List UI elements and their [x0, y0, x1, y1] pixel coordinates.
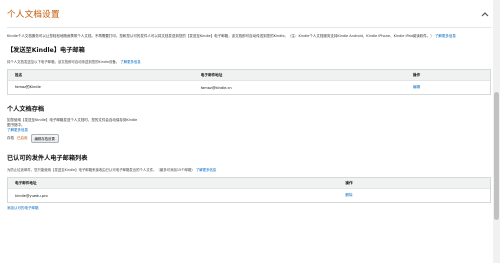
- send-to-kindle-desc: 将个人文档发送至以下电子邮箱，该文档即可自动传送到您的Kindle设备。 了解更…: [7, 59, 491, 64]
- col-email: 电子邮件地址: [200, 72, 223, 77]
- send-to-kindle-table: 姓名 电子邮件地址 操作 famaz的Kindle famaz@kindle.c…: [7, 69, 491, 95]
- col-name: 姓名: [15, 72, 23, 77]
- personal-docs-settings-section: 个人文档设置 Kindle个人文档服务可以让您轻松地随身携带个人文档。不再需要打…: [7, 6, 491, 211]
- section-title: 个人文档设置: [7, 10, 60, 20]
- device-email: famaz@kindle.cn: [200, 85, 232, 90]
- scrollbar-thumb[interactable]: [494, 92, 499, 220]
- delete-link[interactable]: 删除: [345, 193, 352, 198]
- sender-email: kindle@yuedu.pro: [15, 193, 48, 198]
- table-header: 姓名 电子邮件地址 操作: [8, 70, 490, 80]
- col-action: 操作: [345, 180, 353, 185]
- approved-senders-heading: 已认可的发件人电子邮箱列表: [7, 155, 88, 162]
- archive-state: 存档 已启用 编辑存档设置: [7, 134, 491, 143]
- section-header[interactable]: 个人文档设置: [7, 6, 491, 22]
- action-cell: 编辑: [413, 81, 490, 94]
- edit-link[interactable]: 编辑: [413, 85, 420, 90]
- archive-learn-more-link[interactable]: 了解更多信息: [7, 128, 28, 132]
- archive-state-value: 已启用: [17, 136, 28, 140]
- table-row: famaz的Kindle famaz@kindle.cn 编辑: [8, 80, 490, 94]
- intro-text: Kindle个人文档服务可以让您轻松地随身携带个人文档。不再需要打印。您和您认可…: [7, 34, 491, 39]
- col-email: 电子邮件地址: [15, 180, 37, 185]
- send-to-kindle-learn-more-link[interactable]: 了解更多信息: [120, 60, 140, 64]
- page: 个人文档设置 Kindle个人文档服务可以让您轻松地随身携带个人文档。不再需要打…: [0, 0, 500, 263]
- approved-senders-learn-more-link[interactable]: 了解更多信息: [196, 168, 216, 172]
- table-row: kindle@yuedu.pro 删除: [8, 188, 490, 202]
- archive-heading: 个人文档存档: [7, 106, 45, 113]
- chevron-up-icon[interactable]: [480, 10, 489, 19]
- device-name: famaz的Kindle: [15, 85, 41, 89]
- divider: [7, 27, 491, 28]
- table-header: 电子邮件地址 操作: [8, 178, 490, 188]
- archive-state-label: 存档: [7, 136, 14, 140]
- intro-body: Kindle个人文档服务可以让您轻松地随身携带个人文档。不再需要打印。您和您认可…: [7, 34, 434, 38]
- edit-archive-settings-button[interactable]: 编辑存档设置: [30, 134, 59, 143]
- add-sender-row: 添加认可的电子邮箱: [7, 206, 491, 211]
- send-to-kindle-desc-text: 将个人文档发送至以下电子邮箱，该文档即可自动传送到您的Kindle设备。: [7, 60, 120, 64]
- approved-senders-table: 电子邮件地址 操作 kindle@yuedu.pro 删除: [7, 177, 491, 203]
- action-cell: 删除: [345, 189, 490, 202]
- approved-senders-desc-text: 为防止垃圾邮件，您只能使用【发送至Kindle】电子邮箱来接收由已认可电子邮箱发…: [7, 168, 195, 172]
- col-action: 操作: [412, 72, 421, 77]
- add-approved-email-link[interactable]: 添加认可的电子邮箱: [7, 206, 39, 210]
- send-to-kindle-heading: 【发送至Kindle】电子邮箱: [7, 47, 85, 54]
- archive-text: 如您使用【发送至Kindle】电子邮箱发送个人文档时，您的文件会自动保存到Kin…: [7, 118, 491, 143]
- approved-senders-desc: 为防止垃圾邮件，您只能使用【发送至Kindle】电子邮箱来接收由已认可电子邮箱发…: [7, 167, 491, 172]
- intro-learn-more-link[interactable]: 了解更多信息: [435, 34, 456, 38]
